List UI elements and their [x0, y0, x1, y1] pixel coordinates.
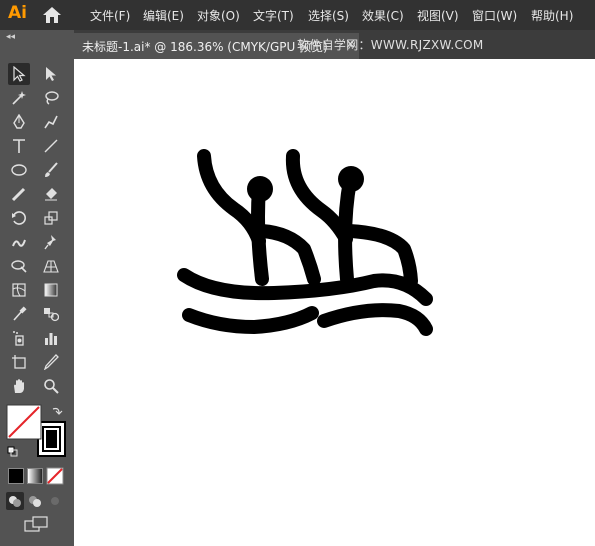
line-segment-tool-icon[interactable] [40, 135, 62, 157]
blend-tool-icon[interactable] [40, 303, 62, 325]
app-logo: Ai [8, 3, 27, 23]
color-mode-button[interactable] [8, 468, 24, 484]
menu-window[interactable]: 窗口(W) [472, 7, 517, 24]
top-wave [177, 268, 433, 306]
bottom-left-wave [182, 306, 319, 334]
left-figure-head [247, 176, 273, 202]
zoom-tool-icon[interactable] [40, 375, 62, 397]
direct-selection-tool-icon[interactable] [40, 63, 62, 85]
right-figure-arm [285, 149, 353, 246]
drawing-modes[interactable] [6, 492, 68, 510]
right-figure-head [338, 166, 364, 192]
warp-tool-icon[interactable] [8, 231, 30, 253]
menu-type[interactable]: 文字(T) [253, 7, 294, 24]
shape-builder-tool-icon[interactable] [8, 255, 30, 277]
none-mode-icon[interactable] [46, 467, 64, 485]
bottom-right-wave [317, 303, 433, 336]
perspective-grid-tool-icon[interactable] [40, 255, 62, 277]
menu-view[interactable]: 视图(V) [417, 7, 459, 24]
menu-file[interactable]: 文件(F) [90, 7, 130, 24]
lasso-tool-icon[interactable] [40, 87, 62, 109]
magic-wand-tool-icon[interactable] [8, 87, 30, 109]
artwork-boats-on-waves [177, 149, 433, 336]
menu-bar: Ai 文件(F) 编辑(E) 对象(O) 文字(T) 选择(S) 效果(C) 视… [0, 0, 595, 30]
gradient-tool-icon[interactable] [40, 279, 62, 301]
menu-edit[interactable]: 编辑(E) [143, 7, 184, 24]
collapse-panel-icon[interactable]: ◂◂ [6, 32, 15, 42]
document-tab-title: 未标题-1.ai* @ 186.36% (CMYK/GPU 预览) [82, 40, 328, 54]
curvature-tool-icon[interactable] [40, 111, 62, 133]
type-tool-icon[interactable] [8, 135, 30, 157]
watermark-text: 软件自学网：WWW.RJZXW.COM [297, 38, 484, 52]
home-icon[interactable] [42, 6, 62, 24]
menu-select[interactable]: 选择(S) [308, 7, 349, 24]
left-figure-back [255, 224, 321, 286]
slice-tool-icon[interactable] [40, 351, 62, 373]
menu-help[interactable]: 帮助(H) [531, 7, 573, 24]
eyedropper-tool-icon[interactable] [8, 303, 30, 325]
ellipse-tool-icon[interactable] [8, 159, 30, 181]
scale-tool-icon[interactable] [40, 207, 62, 229]
tools-panel: ◂◂ [0, 30, 74, 546]
left-figure-arm [197, 149, 266, 248]
shaper-tool-icon[interactable] [8, 183, 30, 205]
column-graph-tool-icon[interactable] [40, 327, 62, 349]
mesh-tool-icon[interactable] [8, 279, 30, 301]
pen-tool-icon[interactable] [8, 111, 30, 133]
hand-tool-icon[interactable] [8, 375, 30, 397]
artboard-tool-icon[interactable] [8, 351, 30, 373]
menu-effect[interactable]: 效果(C) [362, 7, 404, 24]
paintbrush-tool-icon[interactable] [40, 159, 62, 181]
gradient-mode-button[interactable] [27, 468, 43, 484]
fill-stroke-swatches[interactable] [4, 403, 68, 463]
menu-object[interactable]: 对象(O) [197, 7, 240, 24]
eraser-tool-icon[interactable] [40, 183, 62, 205]
symbol-sprayer-tool-icon[interactable] [8, 327, 30, 349]
rotate-tool-icon[interactable] [8, 207, 30, 229]
artboard-canvas[interactable] [74, 59, 595, 546]
puppet-warp-tool-icon[interactable] [40, 231, 62, 253]
selection-tool-icon[interactable] [8, 63, 30, 85]
screen-mode-icon[interactable] [24, 516, 50, 534]
